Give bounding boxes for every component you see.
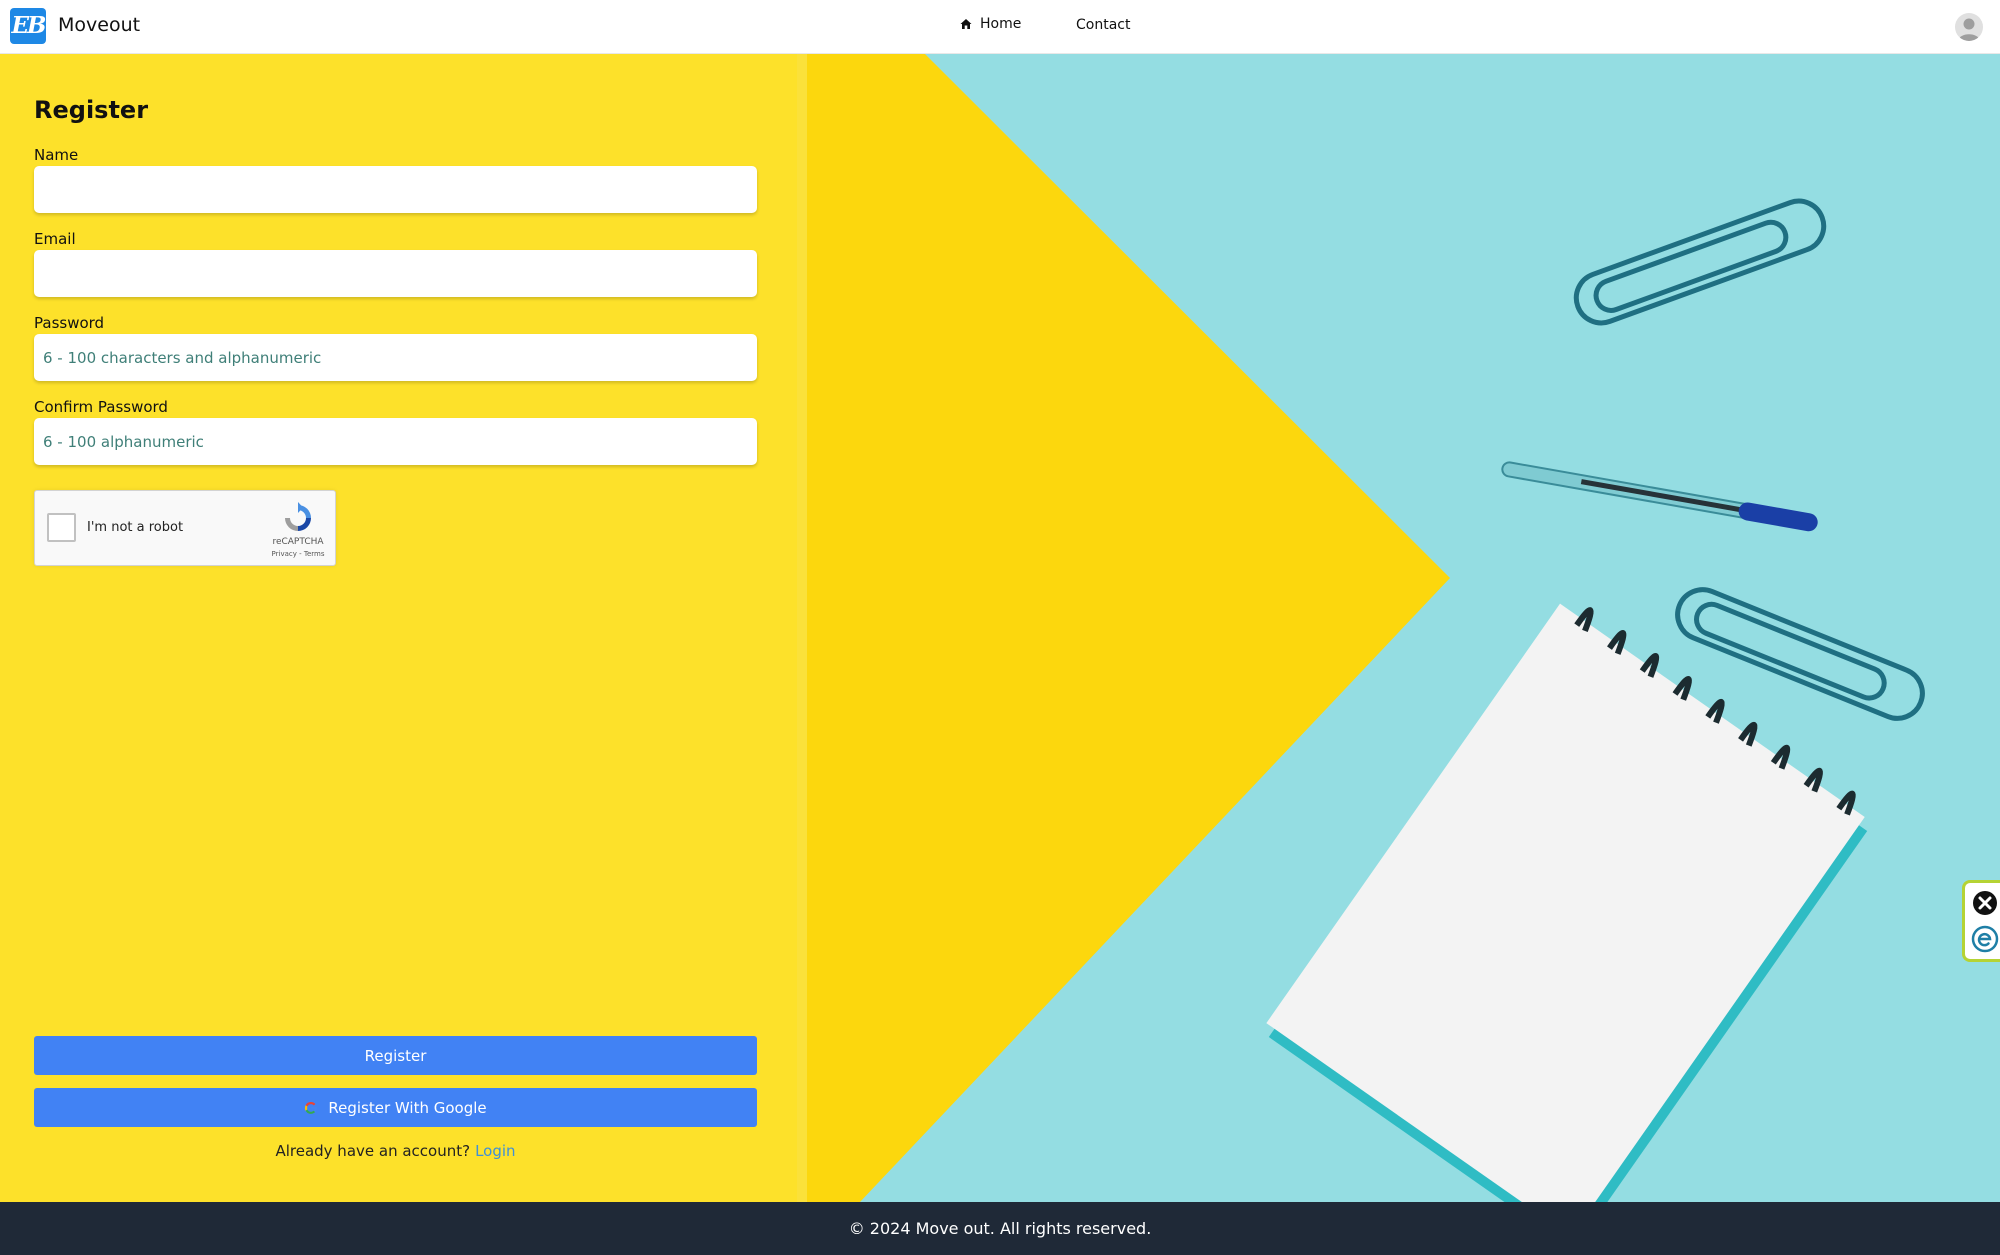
main-content: Register Name Email Password Confirm Pas… xyxy=(0,54,2000,1202)
name-input[interactable] xyxy=(34,166,757,213)
register-google-button[interactable]: Register With Google xyxy=(34,1088,757,1127)
form-title: Register xyxy=(34,96,149,124)
confirm-password-label: Confirm Password xyxy=(34,398,168,416)
nav-contact-link[interactable]: Contact xyxy=(1076,17,1130,33)
nav-home-link[interactable]: Home xyxy=(960,16,1021,32)
recaptcha-label: I'm not a robot xyxy=(87,520,184,535)
register-button[interactable]: Register xyxy=(34,1036,757,1075)
top-navbar: EB Moveout Home Contact xyxy=(0,0,2000,54)
recaptcha-logo-icon xyxy=(285,502,311,531)
copyright-text: © 2024 Move out. All rights reserved. xyxy=(848,1219,1152,1238)
password-label: Password xyxy=(34,314,105,332)
close-circle-icon[interactable] xyxy=(1971,889,1999,917)
password-input[interactable] xyxy=(34,334,757,381)
footer: © 2024 Move out. All rights reserved. xyxy=(0,1202,2000,1255)
email-label: Email xyxy=(34,230,76,248)
user-silhouette-icon xyxy=(1958,18,1980,41)
app-logo-icon[interactable]: EB xyxy=(10,8,46,44)
confirm-password-input[interactable] xyxy=(34,418,757,465)
name-label: Name xyxy=(34,146,79,164)
nav-home-label: Home xyxy=(980,16,1022,32)
google-g-icon xyxy=(305,1101,318,1114)
brand-name[interactable]: Moveout xyxy=(58,14,140,36)
recaptcha-terms-link[interactable]: Privacy - Terms xyxy=(267,550,329,558)
register-form: Register Name Email Password Confirm Pas… xyxy=(0,54,797,1202)
login-prompt-text: Already have an account? xyxy=(275,1142,471,1160)
user-avatar-icon[interactable] xyxy=(1955,13,1983,41)
recaptcha-checkbox[interactable] xyxy=(47,513,76,542)
login-prompt: Already have an account? Login xyxy=(34,1142,757,1160)
recaptcha-widget: I'm not a robot reCAPTCHA Privacy - Term… xyxy=(34,490,336,566)
floating-side-widget xyxy=(1962,880,2000,962)
recaptcha-brand: reCAPTCHA xyxy=(272,537,324,547)
register-button-label: Register xyxy=(364,1046,427,1065)
login-link[interactable]: Login xyxy=(475,1142,515,1160)
register-google-label: Register With Google xyxy=(328,1098,487,1117)
home-icon xyxy=(960,19,972,29)
e-logo-icon[interactable] xyxy=(1971,925,1999,953)
email-input[interactable] xyxy=(34,250,757,297)
